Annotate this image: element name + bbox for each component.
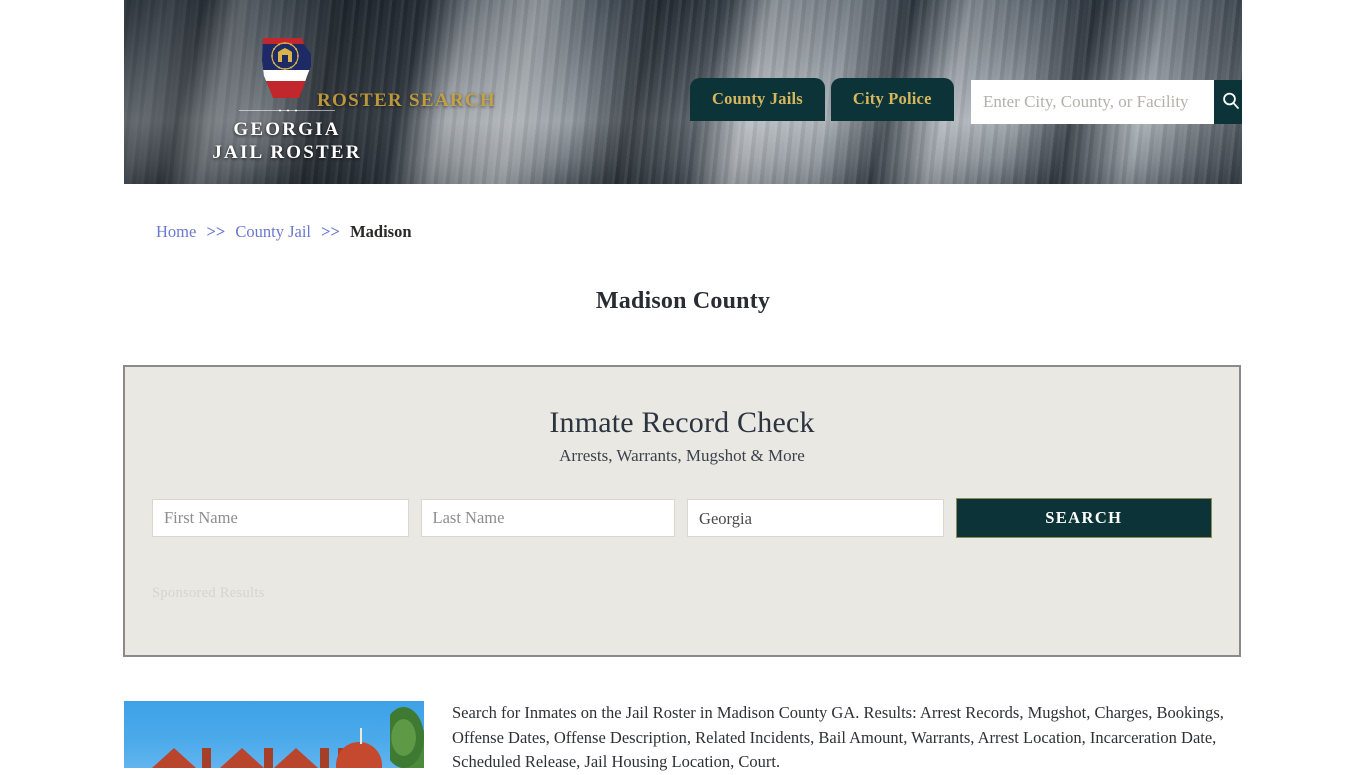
- content-row: Search for Inmates on the Jail Roster in…: [124, 701, 1242, 775]
- tower-spire: [360, 728, 362, 744]
- georgia-state-flag-icon: [255, 36, 319, 102]
- header-search-input[interactable]: [971, 80, 1214, 124]
- first-name-input[interactable]: [152, 499, 409, 537]
- page-title: Madison County: [595, 288, 771, 315]
- breadcrumb-separator: >>: [206, 222, 226, 241]
- state-select[interactable]: Georgia: [687, 499, 944, 537]
- breadcrumb-item-home[interactable]: Home: [156, 222, 196, 241]
- sponsored-results-label: Sponsored Results: [152, 585, 265, 601]
- page-body-text: Search for Inmates on the Jail Roster in…: [452, 703, 1224, 771]
- inmate-record-check-panel: Inmate Record Check Arrests, Warrants, M…: [123, 365, 1241, 657]
- inmate-search-form: Georgia SEARCH: [152, 498, 1213, 538]
- panel-subtitle: Arrests, Warrants, Mugshot & More: [559, 446, 805, 465]
- site-header: GEORGIA JAIL ROSTER ROSTER SEARCH County…: [124, 0, 1242, 184]
- last-name-input[interactable]: [420, 499, 676, 537]
- breadcrumb-item-county-jail[interactable]: County Jail: [235, 222, 311, 241]
- brand-line-2: JAIL ROSTER: [212, 142, 362, 163]
- nav-city-police-button[interactable]: City Police: [830, 78, 954, 121]
- header-tagline: ROSTER SEARCH: [317, 90, 496, 111]
- breadcrumb-separator: >>: [321, 222, 340, 241]
- tree: [390, 707, 424, 768]
- header-search: [971, 80, 1242, 124]
- header-search-button[interactable]: [1214, 80, 1242, 124]
- courthouse-roofline: [124, 742, 424, 768]
- breadcrumb-item-current: Madison: [350, 222, 412, 241]
- breadcrumb: Home >> County Jail >> Madison: [156, 221, 412, 242]
- brand-name: GEORGIA JAIL ROSTER: [192, 118, 382, 164]
- brand-line-1: GEORGIA: [233, 119, 341, 140]
- inmate-search-button[interactable]: SEARCH: [955, 498, 1213, 538]
- panel-title: Inmate Record Check: [549, 406, 815, 439]
- madison-county-courthouse-photo: [124, 701, 424, 768]
- header-nav: County Jails City Police: [690, 78, 954, 121]
- nav-county-jails-button[interactable]: County Jails: [690, 78, 825, 121]
- search-icon: [1221, 91, 1241, 114]
